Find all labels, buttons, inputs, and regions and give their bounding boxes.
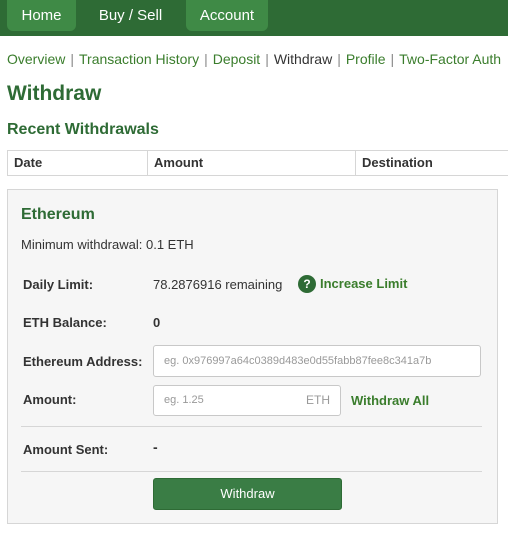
ethereum-withdraw-panel: Ethereum Minimum withdrawal: 0.1 ETH Dai…: [7, 189, 498, 524]
divider: [21, 426, 482, 427]
subnav-deposit[interactable]: Deposit: [213, 51, 260, 67]
withdraw-button[interactable]: Withdraw: [153, 478, 342, 510]
subnav-profile[interactable]: Profile: [346, 51, 386, 67]
withdrawals-table-header: Date Amount Destination: [7, 150, 508, 176]
column-header-amount[interactable]: Amount: [148, 151, 356, 175]
amount-label: Amount:: [23, 392, 77, 407]
subnav-transaction-history[interactable]: Transaction History: [79, 51, 199, 67]
subnav-separator: |: [70, 51, 74, 67]
subnav-withdraw[interactable]: Withdraw: [274, 51, 332, 67]
recent-withdrawals-heading: Recent Withdrawals: [7, 121, 159, 138]
nav-tab-account[interactable]: Account: [186, 0, 268, 31]
eth-balance-value: 0: [153, 315, 161, 330]
subnav-separator: |: [204, 51, 208, 67]
daily-limit-label: Daily Limit:: [23, 277, 94, 292]
amount-sent-value: -: [153, 439, 158, 455]
ethereum-address-label: Ethereum Address:: [23, 354, 143, 369]
nav-tab-buy-sell[interactable]: Buy / Sell: [86, 0, 175, 31]
subnav-separator: |: [265, 51, 269, 67]
page-title: Withdraw: [7, 82, 102, 105]
subnav-overview[interactable]: Overview: [7, 51, 65, 67]
ethereum-address-input[interactable]: eg. 0x976997a64c0389d483e0d55fabb87fee8c…: [153, 345, 481, 377]
subnav-separator: |: [390, 51, 395, 67]
amount-sent-label: Amount Sent:: [23, 442, 109, 457]
eth-balance-label: ETH Balance:: [23, 315, 107, 330]
amount-placeholder: eg. 1.25: [164, 394, 204, 406]
amount-input[interactable]: eg. 1.25 ETH: [153, 385, 341, 416]
divider: [21, 471, 482, 472]
subnav-separator: |: [337, 51, 341, 67]
question-circle-icon[interactable]: ?: [298, 275, 316, 293]
column-header-destination[interactable]: Destination: [356, 151, 508, 175]
daily-limit-value: 78.2876916 remaining: [153, 277, 283, 292]
amount-unit: ETH: [306, 393, 330, 407]
minimum-withdrawal-text: Minimum withdrawal: 0.1 ETH: [21, 237, 194, 252]
nav-tab-home[interactable]: Home: [7, 0, 76, 31]
withdraw-all-link[interactable]: Withdraw All: [351, 393, 429, 408]
top-nav: Home Buy / Sell Account: [0, 0, 508, 36]
currency-title: Ethereum: [21, 206, 95, 223]
subnav-two-factor-auth[interactable]: Two-Factor Auth: [399, 51, 501, 67]
column-header-date[interactable]: Date: [8, 151, 148, 175]
account-subnav: Overview | Transaction History | Deposit | Wit…: [7, 50, 501, 68]
increase-limit-link[interactable]: Increase Limit: [320, 276, 407, 291]
